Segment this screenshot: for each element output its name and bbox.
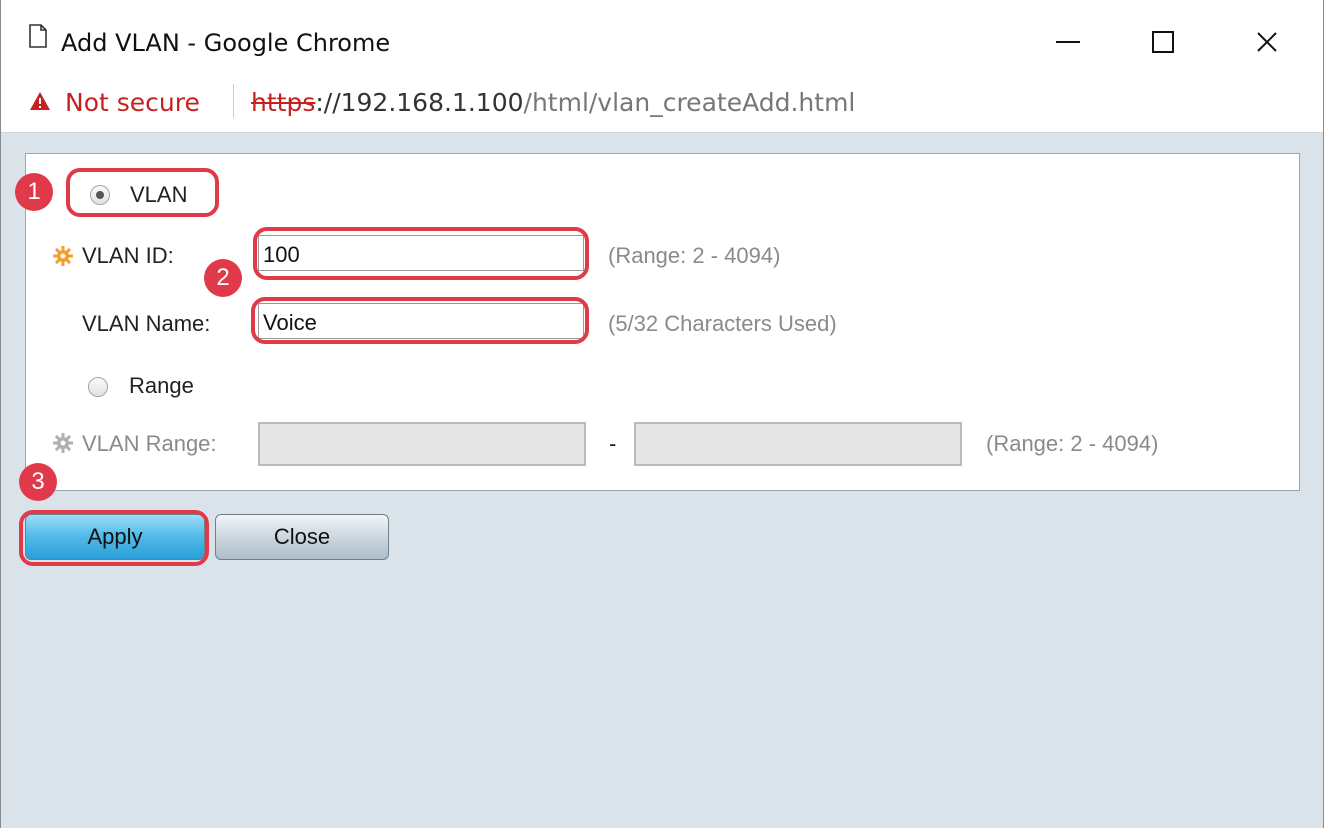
not-secure-label[interactable]: Not secure	[65, 88, 200, 117]
url-scheme: https	[251, 88, 316, 117]
warning-icon	[30, 92, 50, 110]
highlight-vlan-id	[253, 227, 589, 280]
minimize-button[interactable]	[1048, 22, 1088, 62]
highlight-vlan-radio	[66, 168, 219, 217]
minimize-icon	[1056, 41, 1080, 43]
page-icon	[29, 24, 47, 48]
vlan-range-end-input[interactable]	[634, 422, 962, 466]
vlan-range-label: VLAN Range:	[82, 431, 217, 456]
vlan-id-hint: (Range: 2 - 4094)	[608, 243, 781, 268]
vlan-name-label: VLAN Name:	[82, 311, 211, 336]
address-divider	[233, 84, 234, 118]
required-gear-icon	[53, 246, 73, 266]
address-bar[interactable]: Not secure https://192.168.1.100/html/vl…	[1, 74, 1323, 133]
vlan-range-start-input[interactable]	[258, 422, 586, 466]
disabled-gear-icon	[53, 433, 73, 453]
step-1-marker: 1	[15, 173, 53, 211]
url-host: ://192.168.1.100	[315, 88, 524, 117]
browser-popup-window: Add VLAN - Google Chrome Not secure http…	[0, 0, 1324, 828]
maximize-button[interactable]	[1143, 22, 1183, 62]
close-icon	[1257, 32, 1277, 52]
range-separator: -	[609, 431, 617, 456]
highlight-vlan-name	[251, 297, 589, 344]
vlan-name-hint: (5/32 Characters Used)	[608, 311, 837, 336]
maximize-icon	[1152, 31, 1174, 53]
step-3-marker: 3	[19, 463, 57, 501]
highlight-apply	[19, 510, 209, 566]
vlan-id-label: VLAN ID:	[82, 243, 174, 268]
url-path: /html/vlan_createAdd.html	[523, 88, 856, 117]
range-radio[interactable]	[88, 377, 108, 397]
vlan-range-hint: (Range: 2 - 4094)	[986, 431, 1159, 456]
window-title: Add VLAN - Google Chrome	[61, 29, 391, 57]
close-button[interactable]: Close	[215, 514, 389, 560]
step-2-marker: 2	[204, 259, 242, 297]
url-text[interactable]: https://192.168.1.100/html/vlan_createAd…	[251, 88, 855, 117]
close-window-button[interactable]	[1247, 22, 1287, 62]
range-radio-label[interactable]: Range	[129, 373, 194, 399]
